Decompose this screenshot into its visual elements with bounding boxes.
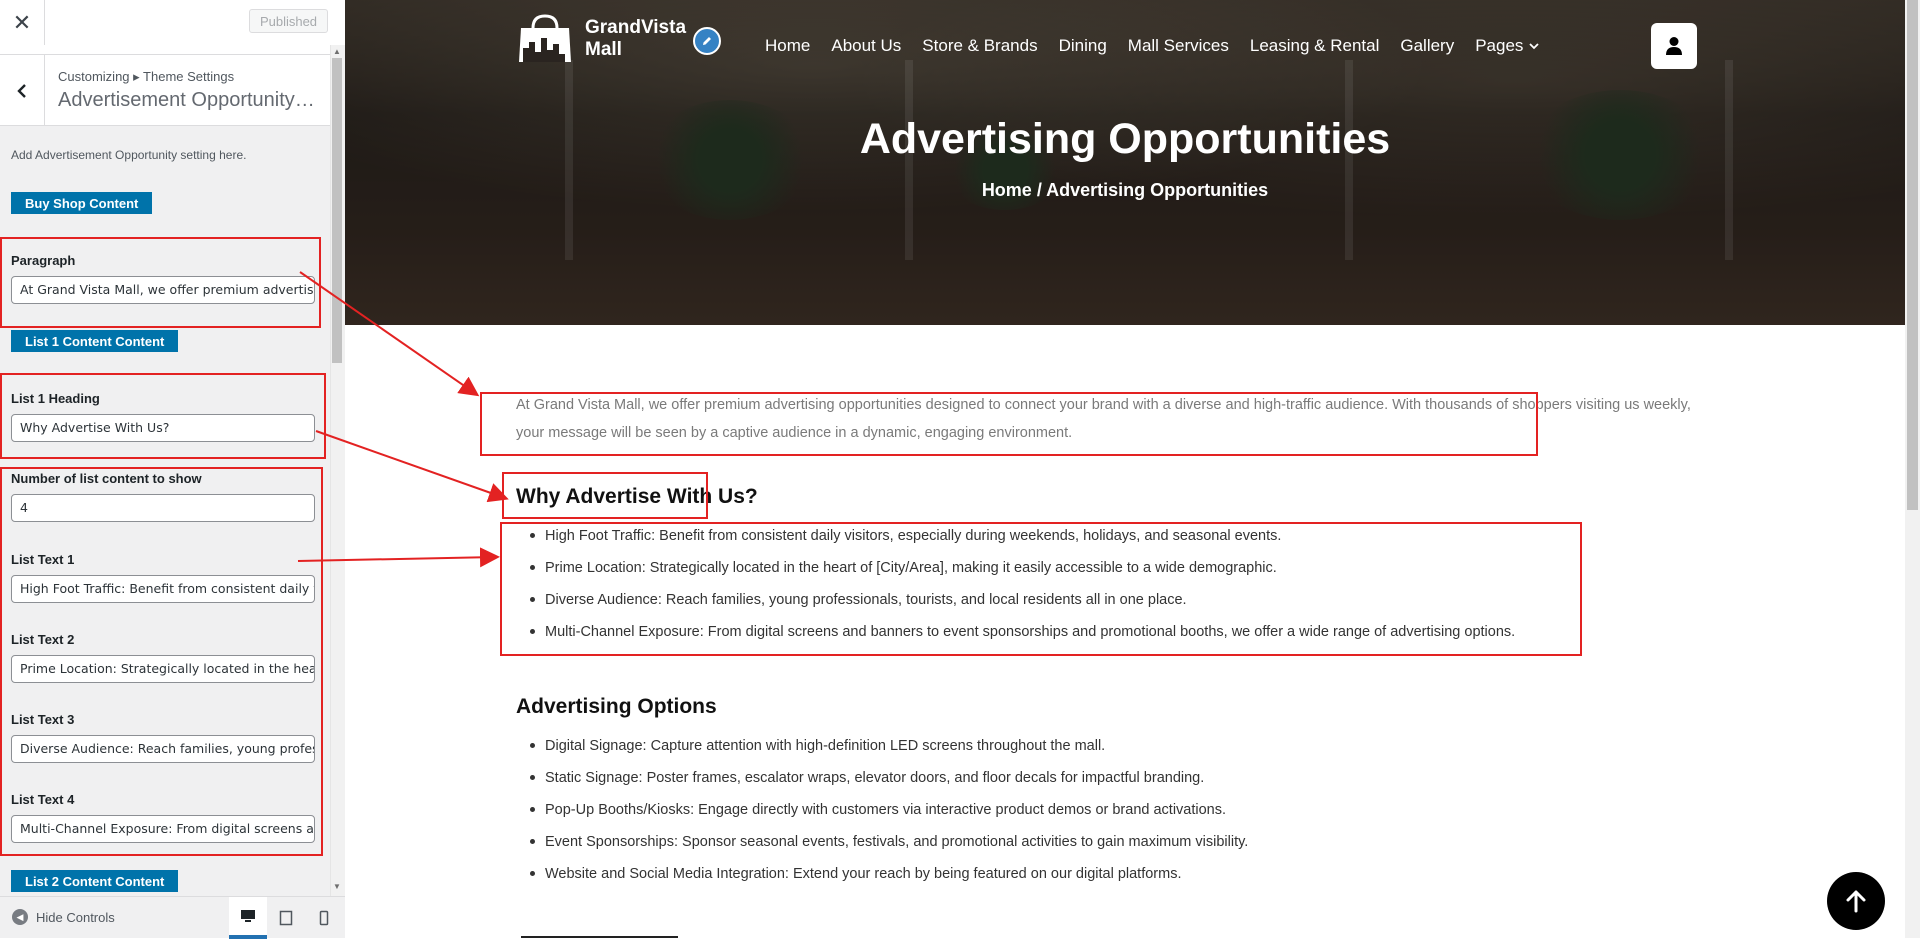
nav-pages[interactable]: Pages (1475, 36, 1540, 56)
page-title: Advertising Opportunities (859, 115, 1391, 163)
annotation-box-paragraph (0, 237, 321, 328)
desktop-preview-button[interactable] (229, 897, 267, 939)
mobile-icon (319, 910, 329, 926)
site-preview: GrandVista Mall Home About Us Store & Br… (345, 0, 1905, 938)
hide-controls-button[interactable]: ◀ Hide Controls (12, 909, 115, 925)
list-item: Pop-Up Booths/Kiosks: Engage directly wi… (530, 799, 1248, 831)
annotation-box-list-texts (0, 467, 323, 856)
customizer-sidebar: ✕ Published Customizing ▸ Theme Settings… (0, 0, 345, 939)
list-item: Static Signage: Poster frames, escalator… (530, 767, 1248, 799)
list-item: Digital Signage: Capture attention with … (530, 735, 1248, 767)
list1-content-button[interactable]: List 1 Content Content (11, 330, 179, 352)
list-item: Website and Social Media Integration: Ex… (530, 863, 1248, 895)
advertising-options-heading: Advertising Options (516, 695, 717, 718)
nav-pages-label: Pages (1475, 36, 1524, 55)
nav-home[interactable]: Home (765, 36, 810, 56)
page-scrollbar-thumb[interactable] (1907, 0, 1918, 510)
user-icon (1666, 37, 1682, 55)
scroll-up-icon[interactable]: ▲ (332, 47, 342, 57)
hero-banner: GrandVista Mall Home About Us Store & Br… (345, 0, 1905, 325)
pencil-icon (703, 37, 711, 45)
list2-content-button[interactable]: List 2 Content Content (11, 870, 179, 892)
buy-shop-content-button[interactable]: Buy Shop Content (11, 192, 153, 214)
customizer-footer: ◀ Hide Controls (0, 896, 345, 939)
annotation-box-heading (502, 472, 708, 519)
scroll-to-top-button[interactable] (1827, 872, 1885, 930)
logo-text-line2: Mall (585, 39, 622, 60)
customizer-breadcrumb: Customizing ▸ Theme Settings (58, 69, 235, 84)
hide-controls-label: Hide Controls (36, 909, 115, 925)
tablet-preview-button[interactable] (267, 897, 305, 939)
nav-gallery[interactable]: Gallery (1400, 36, 1454, 56)
chevron-left-icon (17, 83, 26, 98)
nav-dining[interactable]: Dining (1059, 36, 1107, 56)
close-customizer-button[interactable]: ✕ (0, 0, 45, 45)
nav-store-brands[interactable]: Store & Brands (922, 36, 1037, 56)
section-description: Add Advertisement Opportunity setting he… (11, 148, 247, 162)
site-logo[interactable]: GrandVista Mall (515, 14, 686, 64)
mobile-preview-button[interactable] (305, 897, 343, 939)
advertising-options-list: Digital Signage: Capture attention with … (530, 735, 1248, 895)
back-button[interactable] (0, 55, 45, 126)
section-header: Customizing ▸ Theme Settings Advertiseme… (0, 55, 330, 126)
logo-text-line1: GrandVista (585, 17, 687, 38)
scroll-down-icon[interactable]: ▼ (332, 882, 342, 892)
nav-mall-services[interactable]: Mall Services (1128, 36, 1229, 56)
collapse-arrow-icon: ◀ (12, 909, 28, 925)
edit-shortcut-button[interactable] (693, 27, 721, 55)
annotation-box-intro (480, 392, 1538, 456)
annotation-box-list (500, 522, 1582, 656)
section-title: Advertisement Opportunity P... (58, 89, 320, 111)
customizer-topbar: ✕ Published (0, 0, 345, 55)
arrow-up-icon (1846, 890, 1866, 913)
chevron-down-icon (1529, 43, 1540, 50)
shopping-bag-icon (519, 14, 571, 62)
published-button[interactable]: Published (249, 9, 328, 33)
desktop-icon (241, 910, 255, 922)
annotation-box-list1-heading (0, 373, 326, 459)
user-account-button[interactable] (1651, 23, 1697, 69)
logo-text: GrandVista Mall (585, 17, 686, 61)
list-item: Event Sponsorships: Sponsor seasonal eve… (530, 831, 1248, 863)
sidebar-scrollbar-thumb[interactable] (332, 58, 342, 363)
nav-about-us[interactable]: About Us (831, 36, 901, 56)
page-breadcrumb: Home / Advertising Opportunities (981, 180, 1269, 200)
nav-leasing-rental[interactable]: Leasing & Rental (1250, 36, 1379, 56)
main-navigation: Home About Us Store & Brands Dining Mall… (765, 36, 1560, 56)
tablet-icon (279, 910, 293, 926)
